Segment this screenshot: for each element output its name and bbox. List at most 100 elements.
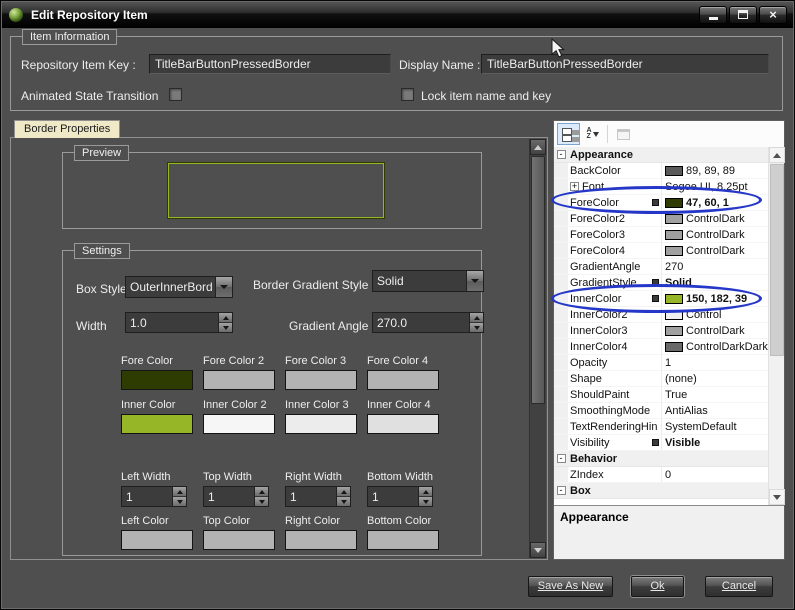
property-value[interactable]: 0 [662,467,768,482]
spinner-up-icon[interactable] [255,487,268,497]
inner-color-swatch[interactable] [121,414,193,434]
top-width-stepper[interactable]: 1 [203,486,269,507]
inner-color-4-swatch[interactable] [367,414,439,434]
property-row-innercolor3[interactable]: InnerColor3 ControlDark [554,323,768,339]
repository-item-key-input[interactable] [149,54,391,74]
spinner-down-icon[interactable] [470,323,483,332]
property-value[interactable]: Visible [662,435,768,450]
alphabetical-sort-button[interactable]: AZ [581,123,604,145]
property-value[interactable]: Control [662,307,768,322]
minimize-button[interactable] [699,5,727,24]
spinner-up-icon[interactable] [337,487,350,497]
spinner-down-icon[interactable] [173,497,186,506]
property-value[interactable]: ControlDark [662,211,768,226]
scroll-up-button[interactable] [530,139,546,155]
scroll-down-button[interactable] [530,542,546,558]
property-value[interactable]: ControlDark [662,323,768,338]
spinner-down-icon[interactable] [419,497,432,506]
top-color-swatch[interactable] [203,530,275,550]
property-row-gradientangle[interactable]: GradientAngle 270 [554,259,768,275]
save-as-new-button[interactable]: Save As New [528,576,613,597]
fore-color-2-swatch[interactable] [203,370,275,390]
spinner-down-icon[interactable] [337,497,350,506]
property-row-innercolor[interactable]: InnerColor 150, 182, 39 [554,291,768,307]
property-value[interactable]: (none) [662,371,768,386]
property-value[interactable]: AntiAlias [662,403,768,418]
property-row-innercolor2[interactable]: InnerColor2 Control [554,307,768,323]
border-gradient-style-combobox[interactable]: Solid [372,270,484,292]
property-row-shouldpaint[interactable]: ShouldPaint True [554,387,768,403]
panel-scrollbar[interactable] [529,139,546,558]
property-category-appearance[interactable]: - Appearance [554,147,768,163]
expand-icon[interactable]: + [570,182,579,191]
property-row-backcolor[interactable]: BackColor 89, 89, 89 [554,163,768,179]
property-row-zindex[interactable]: ZIndex 0 [554,467,768,483]
display-name-input[interactable] [481,54,769,74]
cancel-button[interactable]: Cancel [705,576,773,597]
inner-color-2-swatch[interactable] [203,414,275,434]
property-value[interactable]: True [662,387,768,402]
spinner-down-icon[interactable] [255,497,268,506]
spinner-down-icon[interactable] [219,323,232,332]
property-value[interactable]: ControlDark [662,227,768,242]
grid-scroll-up-button[interactable] [769,147,785,163]
property-row-textrenderinghin[interactable]: TextRenderingHin SystemDefault [554,419,768,435]
maximize-button[interactable] [729,5,757,24]
collapse-icon[interactable]: - [556,150,566,159]
spinner-up-icon[interactable] [173,487,186,497]
right-width-stepper[interactable]: 1 [285,486,351,507]
categorized-view-button[interactable] [557,123,580,145]
spinner-up-icon[interactable] [470,313,483,323]
property-value[interactable]: 47, 60, 1 [662,195,768,210]
property-value[interactable]: ControlDark [662,243,768,258]
property-value[interactable]: Solid [662,275,768,290]
width-stepper[interactable]: 1.0 [125,312,233,333]
collapse-icon[interactable]: - [556,454,566,463]
fore-color-swatch[interactable] [121,370,193,390]
property-row-visibility[interactable]: Visibility Visible [554,435,768,451]
bottom-color-swatch[interactable] [367,530,439,550]
property-value[interactable]: 150, 182, 39 [662,291,768,306]
box-style-combobox[interactable]: OuterInnerBord [125,276,233,298]
property-row-forecolor4[interactable]: ForeColor4 ControlDark [554,243,768,259]
close-button[interactable]: × [759,5,787,24]
collapse-icon[interactable]: - [556,486,566,495]
bottom-width-stepper[interactable]: 1 [367,486,433,507]
lock-item-checkbox[interactable] [401,88,414,101]
spinner-up-icon[interactable] [419,487,432,497]
property-category-behavior[interactable]: - Behavior [554,451,768,467]
property-value[interactable]: 1 [662,355,768,370]
panel-scrollbar-thumb[interactable] [531,156,545,404]
inner-color-3-swatch[interactable] [285,414,357,434]
left-color-swatch[interactable] [121,530,193,550]
tab-border-properties[interactable]: Border Properties [14,120,121,138]
property-row-opacity[interactable]: Opacity 1 [554,355,768,371]
property-value[interactable]: SystemDefault [662,419,768,434]
grid-scrollbar[interactable] [768,147,785,505]
grid-scroll-down-button[interactable] [769,489,785,505]
box-style-dropdown-button[interactable] [215,277,232,297]
property-row-font[interactable]: + Font Segoe UI, 8.25pt [554,179,768,195]
property-row-forecolor3[interactable]: ForeColor3 ControlDark [554,227,768,243]
fore-color-4-swatch[interactable] [367,370,439,390]
property-value[interactable]: 270 [662,259,768,274]
grid-scrollbar-thumb[interactable] [770,164,784,356]
border-gradient-style-dropdown-button[interactable] [466,271,483,291]
fore-color-3-swatch[interactable] [285,370,357,390]
property-value[interactable]: Segoe UI, 8.25pt [662,179,768,194]
gradient-angle-stepper[interactable]: 270.0 [372,312,484,333]
left-width-stepper[interactable]: 1 [121,486,187,507]
property-row-gradientstyle[interactable]: GradientStyle Solid [554,275,768,291]
property-row-forecolor2[interactable]: ForeColor2 ControlDark [554,211,768,227]
property-value[interactable]: ControlDarkDark [662,339,768,354]
spinner-up-icon[interactable] [219,313,232,323]
right-color-swatch[interactable] [285,530,357,550]
property-value[interactable]: 89, 89, 89 [662,163,768,178]
property-row-innercolor4[interactable]: InnerColor4 ControlDarkDark [554,339,768,355]
animated-state-transition-checkbox[interactable] [169,88,182,101]
ok-button[interactable]: Ok [631,576,684,597]
property-category-box[interactable]: - Box [554,483,768,499]
property-row-smoothingmode[interactable]: SmoothingMode AntiAlias [554,403,768,419]
property-row-forecolor[interactable]: ForeColor 47, 60, 1 [554,195,768,211]
property-row-shape[interactable]: Shape (none) [554,371,768,387]
